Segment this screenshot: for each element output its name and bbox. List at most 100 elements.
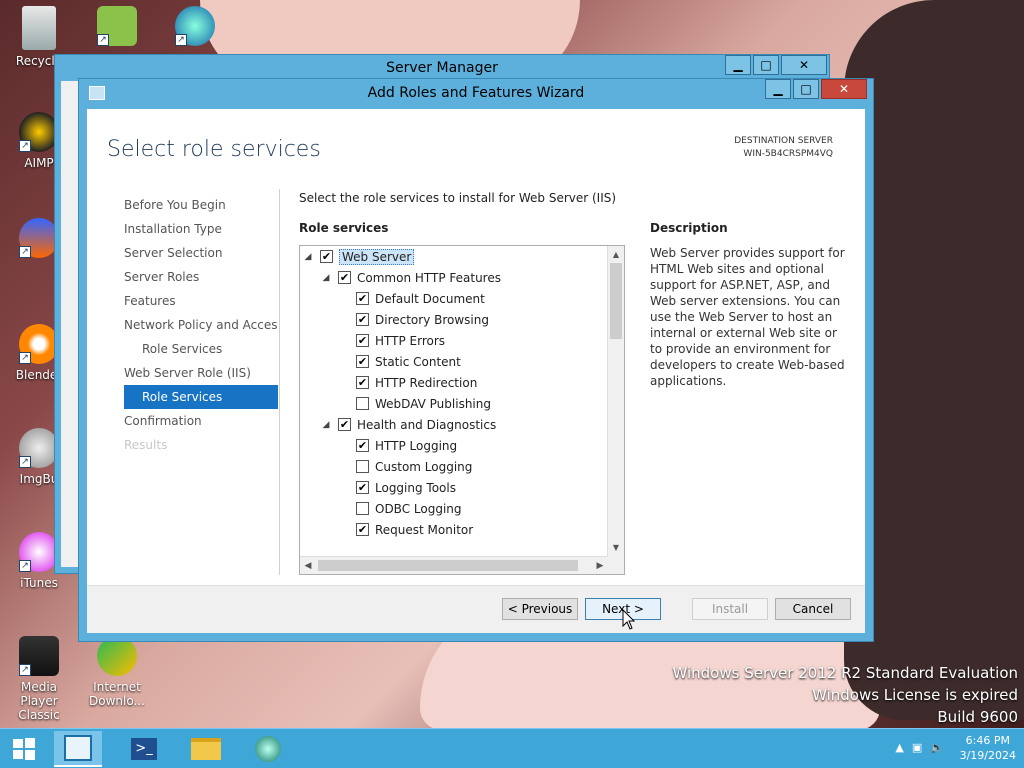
tree-item[interactable]: ◢ ✔ Web Server [300,246,608,267]
wizard-nav: Before You Begin Installation Type Server … [124,193,278,457]
desktop-icon-browser[interactable]: ↗ [160,6,230,50]
tree-item-label: Common HTTP Features [357,270,501,285]
previous-button[interactable]: < Previous [502,598,578,620]
nav-item-results: Results [124,438,168,452]
nav-item-server-roles[interactable]: Server Roles [124,265,278,289]
tree-item-label: HTTP Redirection [375,375,478,390]
cancel-button[interactable]: Cancel [775,598,851,620]
close-button[interactable]: ✕ [821,79,867,99]
system-tray: ▲ ▣ 🔈 [895,741,944,754]
powershell-icon: >_ [131,738,157,760]
scroll-thumb[interactable] [318,560,578,571]
recycle-bin-icon [22,6,56,50]
windows-watermark: Windows Server 2012 R2 Standard Evaluati… [672,662,1018,728]
destination-server-name: WIN-5B4CRSPM4VQ [743,149,833,159]
nav-item-before-you-begin[interactable]: Before You Begin [124,193,278,217]
tree-item[interactable]: ✔ Static Content [300,351,608,372]
add-roles-wizard-window[interactable]: Add Roles and Features Wizard ▁ □ ✕ Sele… [78,78,874,642]
nav-item-installation-type[interactable]: Installation Type [124,217,278,241]
audacity-icon: ↗ [19,218,59,258]
collapse-arrow-icon[interactable]: ◢ [320,420,332,430]
start-button[interactable] [0,731,48,767]
tree-item[interactable]: ✔ Request Monitor [300,519,608,540]
checkbox[interactable]: ✔ [356,523,369,536]
checkbox[interactable]: ✔ [356,313,369,326]
media-player-classic-icon: ↗ [19,636,59,676]
checkbox[interactable] [356,397,369,410]
tree-item[interactable]: WebDAV Publishing [300,393,608,414]
scroll-up-icon[interactable]: ▲ [608,246,624,263]
checkbox[interactable]: ✔ [338,418,351,431]
mouse-cursor-icon [622,609,636,630]
tree-item[interactable]: Custom Logging [300,456,608,477]
nav-item-confirmation[interactable]: Confirmation [124,409,278,433]
nav-item-network-policy-and-acces[interactable]: Network Policy and Acces... [124,313,278,337]
taskbar-browser[interactable] [244,731,292,767]
checkbox[interactable]: ✔ [356,481,369,494]
wizard-footer: < Previous Next > Install Cancel [87,585,865,633]
nav-item-features[interactable]: Features [124,289,278,313]
minimize-button[interactable]: ▁ [725,55,751,75]
checkbox[interactable]: ✔ [356,292,369,305]
scroll-left-icon[interactable]: ◀ [300,557,316,574]
close-button[interactable]: ✕ [781,55,827,75]
tree-item[interactable]: ✔ Default Document [300,288,608,309]
role-services-tree[interactable]: ◢ ✔ Web Server ◢ ✔ Common HTTP Features ✔ Defau… [299,245,625,575]
maximize-button[interactable]: □ [793,79,819,99]
tree-item[interactable]: ◢ ✔ Health and Diagnostics [300,414,608,435]
wizard-title: Add Roles and Features Wizard [367,85,585,101]
desktop-icon-idm[interactable]: Internet Downlo... [82,636,152,708]
description-label: Description [650,221,728,235]
tree-item[interactable]: ◢ ✔ Common HTTP Features [300,267,608,288]
taskbar-file-explorer[interactable] [182,731,230,767]
tree-item[interactable]: ✔ Directory Browsing [300,309,608,330]
show-hidden-icons-icon[interactable]: ▲ [895,741,903,754]
nav-item-server-selection[interactable]: Server Selection [124,241,278,265]
desktop-icon-mpc[interactable]: ↗ Media Player Classic [4,636,74,722]
checkbox[interactable]: ✔ [338,271,351,284]
taskbar-powershell[interactable]: >_ [120,731,168,767]
collapse-arrow-icon[interactable]: ◢ [302,252,314,262]
checkbox[interactable]: ✔ [356,334,369,347]
tree-item-label: ODBC Logging [375,501,462,516]
tree-item-label: Request Monitor [375,522,474,537]
network-icon[interactable]: ▣ [912,741,922,754]
tree-item[interactable]: ✔ HTTP Logging [300,435,608,456]
clock-time: 6:46 PM [965,734,1010,747]
checkbox[interactable]: ✔ [320,250,333,263]
scroll-down-icon[interactable]: ▼ [608,539,624,556]
install-button[interactable]: Install [692,598,768,620]
nav-item-web-server-role-iis[interactable]: Web Server Role (IIS) [124,361,278,385]
desktop-icon-label: Media Player Classic [18,680,60,722]
desktop-icon-app[interactable]: ↗ [82,6,152,50]
server-manager-icon [64,735,92,761]
checkbox[interactable]: ✔ [356,355,369,368]
scroll-thumb[interactable] [610,263,622,339]
tree-item-label: WebDAV Publishing [375,396,491,411]
scroll-right-icon[interactable]: ▶ [592,557,608,574]
wizard-titlebar[interactable]: Add Roles and Features Wizard ▁ □ ✕ [79,79,873,109]
watermark-line: Windows Server 2012 R2 Standard Evaluati… [672,664,1018,682]
tree-item[interactable]: ODBC Logging [300,498,608,519]
tree-item[interactable]: ✔ HTTP Errors [300,330,608,351]
taskbar-server-manager[interactable] [54,731,102,767]
clock[interactable]: 6:46 PM 3/19/2024 [960,733,1016,763]
collapse-arrow-icon[interactable]: ◢ [320,273,332,283]
horizontal-scrollbar[interactable]: ◀ ▶ [300,556,608,574]
nav-item-role-services[interactable]: Role Services [124,385,278,409]
volume-muted-icon[interactable]: 🔈 [930,741,944,754]
checkbox[interactable] [356,460,369,473]
vertical-scrollbar[interactable]: ▲ ▼ [607,246,624,556]
internet-download-manager-icon [97,636,137,676]
desktop-icon-label: AIMP [24,156,54,170]
tree-item-label: Static Content [375,354,461,369]
nav-item-role-services[interactable]: Role Services [124,337,278,361]
maximize-button[interactable]: □ [753,55,779,75]
checkbox[interactable] [356,502,369,515]
tree-item[interactable]: ✔ HTTP Redirection [300,372,608,393]
minimize-button[interactable]: ▁ [765,79,791,99]
checkbox[interactable]: ✔ [356,376,369,389]
folder-icon [191,738,221,760]
checkbox[interactable]: ✔ [356,439,369,452]
tree-item[interactable]: ✔ Logging Tools [300,477,608,498]
